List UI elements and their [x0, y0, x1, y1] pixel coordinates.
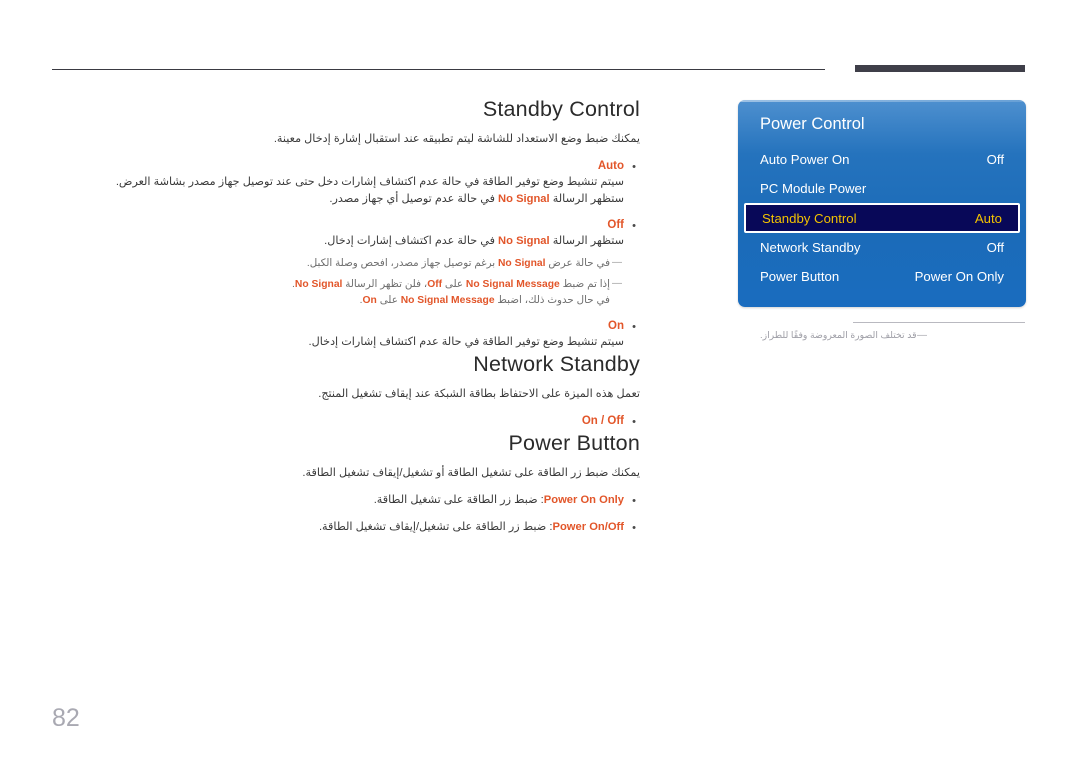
- note-cable-check: — في حالة عرض No Signal برغم توصيل جهاز …: [40, 256, 624, 272]
- bullet-power-on-off-line: Power On/Off: ضبط زر الطاقة على تشغيل/إي…: [40, 519, 624, 536]
- osd-menu-list: Auto Power On Off PC Module Power Standb…: [738, 145, 1026, 291]
- bullet-on-label: On: [608, 320, 624, 332]
- header-rule-left: [52, 69, 825, 70]
- osd-panel-title: Power Control: [760, 115, 865, 133]
- osd-item-value: Off: [986, 240, 1004, 255]
- note1-pre: في حالة عرض: [545, 257, 610, 269]
- power-button-intro: يمكنك ضبط زر الطاقة على تشغيل الطاقة أو …: [302, 466, 640, 479]
- header-rule-right: [855, 65, 1025, 72]
- note-cable-check-text: في حالة عرض No Signal برغم توصيل جهاز مص…: [40, 256, 610, 272]
- footnote: ― قد تختلف الصورة المعروضة وفقًا للطراز.: [760, 329, 1025, 342]
- note2-line-2: في حال حدوث ذلك، اضبط No Signal Message …: [40, 293, 610, 309]
- note2-line2-mid: على: [376, 294, 401, 306]
- bullet-auto: • Auto سيتم تنشيط وضع توفير الطاقة في حا…: [40, 158, 640, 207]
- bullet-marker: •: [632, 161, 636, 173]
- option-power-on-only: Power On Only: [543, 493, 624, 506]
- osd-item-value: Auto: [974, 210, 1002, 226]
- note2-line-1: إذا تم ضبط No Signal Message على Off، فل…: [40, 277, 610, 293]
- bullet-power-on-off: • Power On/Off: ضبط زر الطاقة على تشغيل/…: [40, 519, 640, 536]
- bullet-on-body: On سيتم تنشيط وضع توفير الطاقة في حالة ع…: [40, 318, 628, 351]
- osd-item-pc-module-power[interactable]: PC Module Power: [738, 174, 1026, 203]
- bullet-on-off: • On / Off: [40, 413, 640, 430]
- keyword-no-signal: No Signal: [498, 192, 550, 205]
- keyword-no-signal-message: No Signal Message: [465, 279, 560, 290]
- content-column: Standby Control يمكنك ضبط وضع الاستعداد …: [40, 96, 640, 536]
- note2-pre: إذا تم ضبط: [559, 279, 610, 290]
- note-dash-marker: —: [612, 256, 622, 268]
- footnote-rule: [853, 322, 1025, 323]
- bullet-off: • Off ستظهر الرسالة No Signal في حالة عد…: [40, 217, 640, 308]
- bullet-power-on-only-body: Power On Only: ضبط زر الطاقة على تشغيل ا…: [40, 492, 628, 509]
- osd-item-auto-power-on[interactable]: Auto Power On Off: [738, 145, 1026, 174]
- keyword-on: On: [362, 294, 377, 306]
- bullet-off-line-pre: ستظهر الرسالة: [549, 235, 624, 247]
- bullet-auto-line-1: سيتم تنشيط وضع توفير الطاقة في حالة عدم …: [115, 176, 624, 188]
- bullet-power-on-only-line: Power On Only: ضبط زر الطاقة على تشغيل ا…: [40, 492, 624, 509]
- bullet-marker: •: [632, 494, 636, 507]
- page-number: 82: [52, 704, 80, 732]
- bullet-on-off-label: On / Off: [581, 414, 624, 427]
- bullet-off-line-1: ستظهر الرسالة No Signal في حالة عدم اكتش…: [40, 233, 624, 250]
- osd-item-label: PC Module Power: [760, 181, 867, 196]
- note-no-signal-message: — إذا تم ضبط No Signal Message على Off، …: [40, 277, 624, 308]
- bullet-auto-line-2: ستظهر الرسالة No Signal في حالة عدم توصي…: [40, 191, 624, 208]
- page-root: { "page": { "number": "82", "colors": { …: [0, 0, 1080, 763]
- bullet-auto-line2-post: في حالة عدم توصيل أي جهاز مصدر.: [329, 192, 499, 205]
- bullet-marker: •: [632, 521, 636, 534]
- osd-item-label: Standby Control: [762, 210, 857, 226]
- bullet-auto-body: Auto سيتم تنشيط وضع توفير الطاقة في حالة…: [40, 158, 628, 207]
- osd-item-standby-control[interactable]: Standby Control Auto: [744, 203, 1020, 233]
- bullet-off-body: Off ستظهر الرسالة No Signal في حالة عدم …: [40, 217, 628, 308]
- osd-item-value: Off: [986, 152, 1004, 167]
- keyword-no-signal-message: No Signal Message: [400, 294, 495, 306]
- section-title-power-button: Power Button: [508, 430, 640, 455]
- section-title-standby-control: Standby Control: [482, 97, 640, 121]
- keyword-no-signal: No Signal: [497, 257, 546, 269]
- network-standby-intro: تعمل هذه الميزة على الاحتفاظ بطاقة الشبك…: [318, 387, 640, 400]
- bullet-off-line-post: في حالة عدم اكتشاف إشارات إدخال.: [324, 235, 499, 247]
- bullet-on-off-body: On / Off: [40, 413, 628, 429]
- bullet-on-line-1: سيتم تنشيط وضع توفير الطاقة في حالة عدم …: [308, 336, 624, 348]
- bullet-power-on-off-desc: : ضبط زر الطاقة على تشغيل/إيقاف تشغيل ال…: [318, 520, 553, 533]
- option-power-on-off: Power On/Off: [552, 520, 624, 533]
- section-title-network-standby: Network Standby: [473, 351, 640, 376]
- keyword-off: Off: [427, 279, 443, 290]
- bullet-auto-label: Auto: [597, 160, 624, 172]
- bullet-marker: •: [632, 415, 636, 428]
- standby-control-intro: يمكنك ضبط وضع الاستعداد للشاشة ليتم تطبي…: [273, 133, 640, 145]
- footnote-dash-marker: ―: [917, 330, 928, 341]
- keyword-no-signal: No Signal: [498, 235, 550, 247]
- osd-item-network-standby[interactable]: Network Standby Off: [738, 233, 1026, 262]
- note-no-signal-message-text: إذا تم ضبط No Signal Message على Off، فل…: [40, 277, 610, 308]
- bullet-power-on-off-body: Power On/Off: ضبط زر الطاقة على تشغيل/إي…: [40, 519, 628, 536]
- note2-line2-pre: في حال حدوث ذلك، اضبط: [494, 294, 610, 306]
- footnote-text: قد تختلف الصورة المعروضة وفقًا للطراز.: [760, 330, 917, 340]
- bullet-power-on-only: • Power On Only: ضبط زر الطاقة على تشغيل…: [40, 492, 640, 509]
- osd-power-control-panel: Power Control Auto Power On Off PC Modul…: [738, 100, 1026, 307]
- note-dash-marker: —: [612, 278, 622, 289]
- osd-item-label: Power Button: [760, 269, 840, 284]
- osd-item-value: Power On Only: [914, 269, 1004, 284]
- osd-item-label: Network Standby: [760, 240, 861, 255]
- keyword-no-signal: No Signal: [294, 279, 343, 290]
- note2-mid1: على: [442, 279, 466, 290]
- bullet-auto-line2-pre: ستظهر الرسالة: [549, 192, 624, 205]
- bullet-off-label: Off: [607, 219, 624, 231]
- note2-mid2: ، فلن تظهر الرسالة: [342, 279, 428, 290]
- bullet-marker: •: [632, 220, 636, 232]
- bullet-power-on-only-desc: : ضبط زر الطاقة على تشغيل الطاقة.: [373, 493, 544, 506]
- bullet-on: • On سيتم تنشيط وضع توفير الطاقة في حالة…: [40, 318, 640, 351]
- osd-item-power-button[interactable]: Power Button Power On Only: [738, 262, 1026, 291]
- note1-post: برغم توصيل جهاز مصدر، افحص وصلة الكبل.: [306, 257, 498, 269]
- osd-item-label: Auto Power On: [760, 152, 850, 167]
- bullet-marker: •: [632, 321, 636, 333]
